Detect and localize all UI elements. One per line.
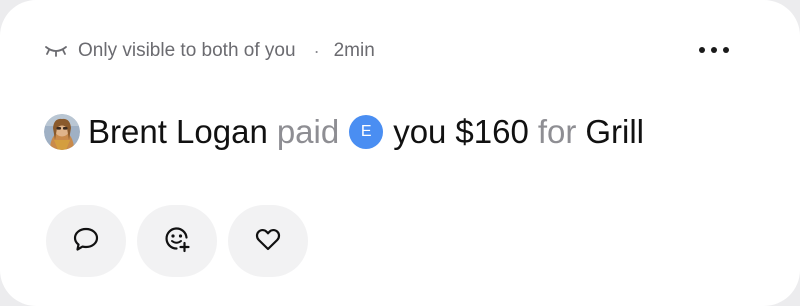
comment-button[interactable] [46,205,126,277]
story-actions [46,205,308,277]
timestamp: 2min [333,40,375,61]
payment-note: Grill [585,113,645,150]
recipient-badge: E [349,115,384,149]
payment-amount: $160 [455,113,529,150]
react-button[interactable] [137,205,217,277]
meta-separator: · [313,40,320,61]
comment-icon [71,224,101,259]
more-dot [723,47,729,53]
story-sentence: Brent Logan paid E you $160 for Grill [44,108,644,156]
story-meta: Only visible to both of you · 2min [44,38,375,64]
verb-label: paid [276,113,340,150]
more-options-button[interactable] [686,36,742,64]
like-button[interactable] [228,205,308,277]
recipient-name: you [393,113,447,150]
more-dot [711,47,717,53]
eye-closed-icon [44,44,68,58]
payer-avatar[interactable] [44,114,80,150]
payer-name[interactable]: Brent Logan [88,113,268,151]
visibility-label: Only visible to both of you [78,40,296,61]
connector-label: for [537,113,577,150]
payment-story-card: Only visible to both of you · 2min Brent… [0,0,800,306]
heart-icon [253,224,283,259]
more-dot [699,47,705,53]
emoji-react-icon [162,224,192,259]
